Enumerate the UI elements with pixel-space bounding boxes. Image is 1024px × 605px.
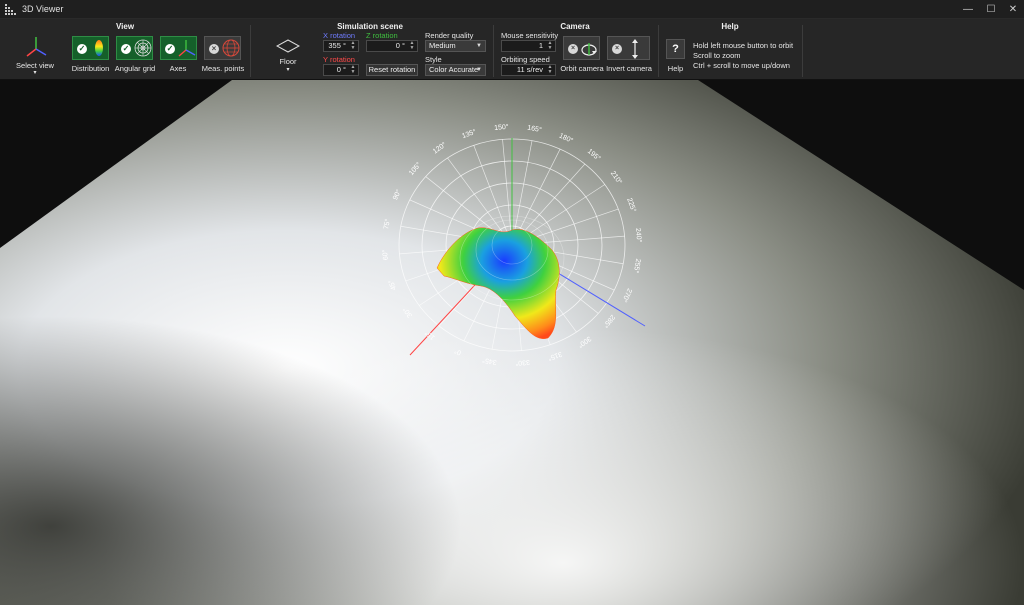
toggle-meas-points[interactable]: × [204, 36, 241, 60]
title-bar: 3D Viewer — ☐ ✕ [0, 0, 1024, 19]
x-rotation-value: 355 ° [328, 41, 346, 50]
mouse-sensitivity-value: 1 [538, 41, 543, 50]
render-quality-value: Medium [429, 41, 456, 50]
render-quality-label: Render quality [425, 31, 474, 40]
check-icon: ✓ [77, 44, 87, 54]
camera-group-title: Camera [560, 22, 590, 31]
orbit-camera-label: Orbit camera [560, 64, 604, 73]
y-rotation-field[interactable]: 0 ° ▲ ▼ [323, 64, 359, 76]
axes-label: Axes [169, 64, 187, 73]
style-label: Style [425, 55, 442, 64]
axes-icon [178, 40, 196, 57]
x-rotation-label: X rotation [323, 31, 356, 40]
z-rotation-label: Z rotation [366, 31, 398, 40]
chevron-down-icon: ▾ [33, 70, 37, 76]
check-icon: ✓ [121, 44, 131, 54]
separator [493, 25, 494, 77]
reset-rotation-button[interactable]: Reset rotation [366, 64, 418, 76]
check-icon: ✓ [165, 44, 175, 54]
axes-tripod-icon [26, 37, 47, 57]
spinner-icon[interactable]: ▲ ▼ [546, 41, 554, 51]
orbit-camera-button[interactable]: × [563, 36, 600, 60]
x-circle-icon: × [209, 44, 219, 54]
chevron-down-icon: ▼ [476, 43, 482, 49]
select-view-button[interactable]: Select view ▾ [12, 35, 58, 77]
distribution-icon [95, 40, 103, 56]
render-quality-select[interactable]: Medium ▼ [425, 40, 486, 52]
spinner-icon[interactable]: ▲ ▼ [546, 65, 554, 75]
chevron-down-icon: ▼ [476, 67, 482, 73]
orbiting-speed-label: Orbiting speed [501, 55, 550, 64]
orbiting-speed-field[interactable]: 11 s/rev ▲ ▼ [501, 64, 556, 76]
meas-points-label: Meas. points [201, 64, 245, 73]
scene-canvas[interactable]: 0°15°30°45°60°75°90°105°120°135°150° 165°… [0, 80, 1024, 605]
y-rotation-value: 0 ° [336, 65, 346, 74]
meas-points-icon [222, 39, 240, 57]
mouse-sensitivity-field[interactable]: 1 ▲ ▼ [501, 40, 556, 52]
help-line: Ctrl + scroll to move up/down [693, 61, 790, 70]
help-button[interactable]: ? [666, 39, 685, 59]
y-rotation-label: Y rotation [323, 55, 355, 64]
z-rotation-value: 0 ° [395, 41, 405, 50]
toolbar-ribbon: View Select view ▾ ✓ Distribution ✓ Angu… [0, 19, 1024, 80]
style-select[interactable]: Color Accurate ▼ [425, 64, 486, 76]
distribution-label: Distribution [71, 64, 110, 73]
close-button[interactable]: ✕ [1002, 2, 1024, 17]
floor-label: Floor [279, 57, 297, 66]
invert-camera-button[interactable]: × [607, 36, 650, 60]
angle-label: 150° [494, 123, 509, 132]
x-circle-icon: × [612, 44, 622, 54]
simulation-group-title: Simulation scene [337, 22, 403, 31]
view-group-title: View [115, 22, 135, 31]
maximize-button[interactable]: ☐ [980, 2, 1002, 17]
orbiting-speed-value: 11 s/rev [516, 65, 543, 74]
toggle-distribution[interactable]: ✓ [72, 36, 109, 60]
spinner-icon[interactable]: ▲ ▼ [349, 65, 357, 75]
app-logo-icon [5, 4, 16, 15]
spinner-icon[interactable]: ▲ ▼ [349, 41, 357, 51]
window-title: 3D Viewer [22, 4, 64, 14]
angle-label: 60° [381, 249, 390, 260]
spinner-icon[interactable]: ▲ ▼ [408, 41, 416, 51]
chevron-down-icon: ▾ [286, 67, 290, 73]
angle-label: 240° [634, 228, 643, 243]
toggle-axes[interactable]: ✓ [160, 36, 197, 60]
floor-plane-icon [276, 39, 300, 53]
separator [250, 25, 251, 77]
vertical-arrows-icon [632, 39, 638, 59]
floor-button[interactable]: Floor ▾ [270, 35, 306, 77]
angular-grid-label: Angular grid [114, 64, 156, 73]
help-group-title: Help [721, 22, 739, 31]
help-button-label: Help [667, 64, 684, 73]
z-rotation-field[interactable]: 0 ° ▲ ▼ [366, 40, 418, 52]
mouse-sensitivity-label: Mouse sensitivity [501, 31, 559, 40]
3d-viewport[interactable]: 0° 15° 30° 45° 60° 75° 90° 105° 120° 135° 150° 165°… [0, 80, 1024, 605]
angle-label: 330° [515, 358, 530, 367]
help-line: Hold left mouse button to orbit [693, 41, 794, 50]
help-line: Scroll to zoom [693, 51, 741, 60]
invert-camera-label: Invert camera [606, 64, 652, 73]
separator [658, 25, 659, 77]
angular-grid-icon [134, 39, 152, 57]
style-value: Color Accurate [429, 65, 479, 74]
x-circle-icon: × [568, 44, 578, 54]
toggle-angular-grid[interactable]: ✓ [116, 36, 153, 60]
separator [802, 25, 803, 77]
orbit-icon [581, 43, 597, 56]
x-rotation-field[interactable]: 355 ° ▲ ▼ [323, 40, 359, 52]
minimize-button[interactable]: — [957, 2, 979, 17]
